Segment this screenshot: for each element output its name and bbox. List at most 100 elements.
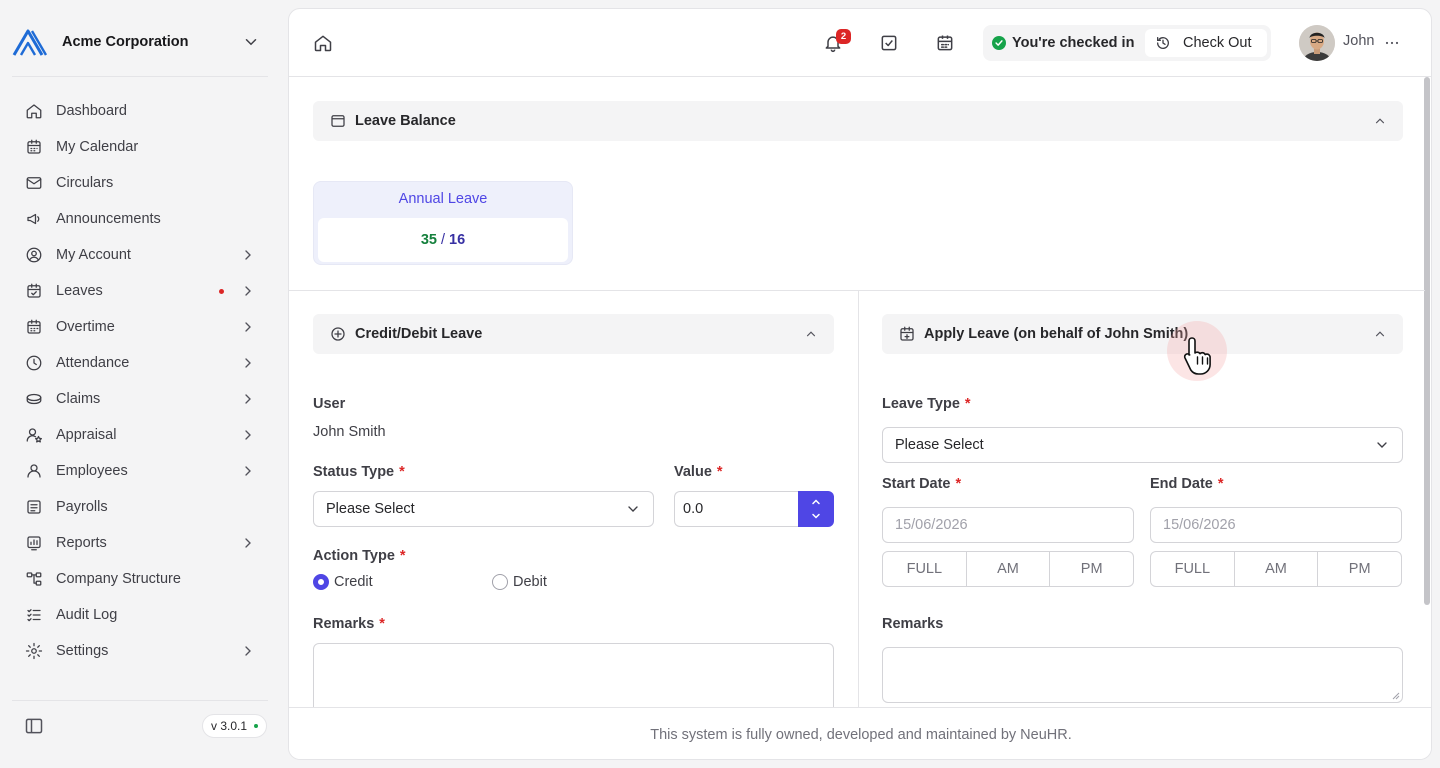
leave-separator: /	[440, 232, 446, 248]
end-day-part-toggle: FULL AM PM	[1150, 551, 1402, 587]
sidebar-item-leaves[interactable]: Leaves	[12, 273, 268, 309]
company-switcher[interactable]: Acme Corporation	[12, 24, 268, 60]
plus-circle-icon	[331, 327, 345, 341]
sidebar-item-claims[interactable]: Claims	[12, 381, 268, 417]
start-full-button[interactable]: FULL	[883, 552, 967, 586]
end-am-button[interactable]: AM	[1235, 552, 1319, 586]
sidebar-item-label: Appraisal	[56, 427, 117, 443]
more-horizontal-icon[interactable]	[1382, 33, 1402, 53]
status-type-select[interactable]: Please Select	[313, 491, 654, 527]
status-type-label: Status Type *	[313, 464, 405, 480]
calendar-plus-icon	[900, 326, 914, 341]
chevron-down-icon[interactable]	[810, 510, 822, 522]
chevron-right-icon	[240, 283, 256, 299]
notification-badge: 2	[836, 29, 851, 44]
sidebar-item-dashboard[interactable]: Dashboard	[12, 93, 268, 129]
home-icon[interactable]	[313, 33, 333, 53]
check-out-button[interactable]: Check Out	[1145, 29, 1267, 57]
sidebar-item-label: Payrolls	[56, 499, 108, 515]
chevron-down-icon	[628, 506, 638, 512]
user-name[interactable]: John	[1343, 33, 1374, 49]
start-am-button[interactable]: AM	[967, 552, 1051, 586]
calendar-icon	[24, 137, 44, 157]
megaphone-icon	[24, 209, 44, 229]
org-chart-icon	[24, 569, 44, 589]
chevron-right-icon	[240, 463, 256, 479]
user-label: User	[313, 396, 346, 412]
footer-text: This system is fully owned, developed an…	[650, 726, 1072, 743]
action-type-label: Action Type *	[313, 548, 406, 564]
sidebar-item-announcements[interactable]: Announcements	[12, 201, 268, 237]
sidebar-item-my-calendar[interactable]: My Calendar	[12, 129, 268, 165]
divider	[289, 290, 1425, 291]
chevron-up-icon[interactable]	[810, 496, 822, 508]
value-input[interactable]: 0.0	[674, 491, 798, 527]
home-icon	[24, 101, 44, 121]
credit-debit-header[interactable]: Credit/Debit Leave	[313, 314, 834, 354]
version-badge: v 3.0.1	[202, 714, 268, 738]
sidebar-item-audit-log[interactable]: Audit Log	[12, 597, 268, 633]
check-out-label: Check Out	[1183, 35, 1252, 51]
mail-icon	[24, 173, 44, 193]
calendar-icon[interactable]	[935, 33, 955, 53]
sidebar-item-appraisal[interactable]: Appraisal	[12, 417, 268, 453]
start-day-part-toggle: FULL AM PM	[882, 551, 1134, 587]
sidebar-item-employees[interactable]: Employees	[12, 453, 268, 489]
apply-remarks-textarea[interactable]	[882, 647, 1403, 703]
sidebar-item-overtime[interactable]: Overtime	[12, 309, 268, 345]
radio-credit-label: Credit	[334, 574, 373, 590]
leave-used: 35	[420, 232, 437, 248]
apply-remarks-label: Remarks	[882, 616, 944, 632]
end-pm-button[interactable]: PM	[1318, 552, 1401, 586]
sidebar-nav: Dashboard My Calendar Circulars Announcemen…	[12, 93, 268, 669]
sidebar-item-payrolls[interactable]: Payrolls	[12, 489, 268, 525]
main-panel: 2 You're checked in Check Out John Leave…	[288, 8, 1432, 760]
end-date-input[interactable]: 15/06/2026	[1150, 507, 1402, 543]
avatar[interactable]	[1299, 25, 1335, 61]
chevron-right-icon	[240, 427, 256, 443]
sidebar-item-label: My Account	[56, 247, 131, 263]
user-value: John Smith	[313, 424, 386, 440]
end-full-button[interactable]: FULL	[1151, 552, 1235, 586]
start-pm-button[interactable]: PM	[1050, 552, 1133, 586]
sidebar-item-attendance[interactable]: Attendance	[12, 345, 268, 381]
apply-leave-header[interactable]: Apply Leave (on behalf of John Smith)	[882, 314, 1403, 354]
radio-debit[interactable]: Debit	[492, 574, 547, 590]
value-stepper[interactable]	[798, 491, 834, 527]
start-date-label-text: Start Date	[882, 476, 951, 492]
sidebar-item-circulars[interactable]: Circulars	[12, 165, 268, 201]
calendar-clock-icon	[24, 317, 44, 337]
sidebar-item-label: Employees	[56, 463, 128, 479]
task-check-icon[interactable]	[879, 33, 899, 53]
calendar-check-icon	[24, 281, 44, 301]
value-label: Value *	[674, 464, 723, 480]
leave-total: 16	[449, 232, 466, 248]
leave-type-title: Annual Leave	[398, 191, 488, 207]
leave-type-select[interactable]: Please Select	[882, 427, 1403, 463]
status-type-value: Please Select	[326, 501, 415, 517]
remarks-label: Remarks *	[313, 616, 385, 632]
leave-type-value: Please Select	[895, 437, 984, 453]
radio-debit-circle[interactable]	[492, 574, 508, 590]
sidebar-item-company-structure[interactable]: Company Structure	[12, 561, 268, 597]
company-name: Acme Corporation	[62, 34, 189, 50]
start-date-input[interactable]: 15/06/2026	[882, 507, 1134, 543]
sidebar-item-label: Leaves	[56, 283, 103, 299]
annual-leave-card: Annual Leave 35 / 16	[313, 181, 573, 265]
chevron-right-icon	[240, 319, 256, 335]
radio-credit-circle[interactable]	[313, 574, 329, 590]
scrollbar[interactable]	[1424, 77, 1430, 605]
radio-credit[interactable]: Credit	[313, 574, 373, 590]
resize-handle-icon[interactable]	[1392, 692, 1400, 700]
sidebar-toggle-icon[interactable]	[24, 716, 44, 736]
divider	[12, 700, 268, 701]
leave-type-label-text: Leave Type	[882, 396, 960, 412]
status-dot	[254, 724, 259, 728]
user-circle-icon	[24, 245, 44, 265]
sidebar-item-settings[interactable]: Settings	[12, 633, 268, 669]
sidebar-item-reports[interactable]: Reports	[12, 525, 268, 561]
sidebar-item-my-account[interactable]: My Account	[12, 237, 268, 273]
leave-balance-header[interactable]: Leave Balance	[313, 101, 1403, 141]
leave-type-label: Leave Type *	[882, 396, 971, 412]
leave-balance-value: 35 / 16	[318, 218, 568, 262]
